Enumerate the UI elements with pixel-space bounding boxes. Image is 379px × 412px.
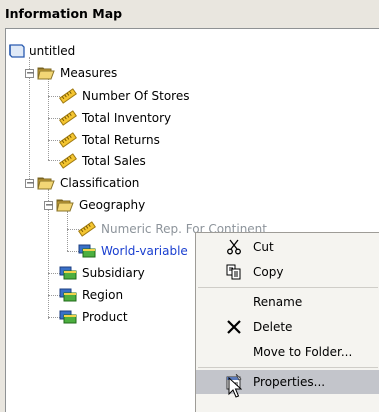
copy-icon [226,264,241,280]
tree-node-root[interactable]: untitled [8,41,75,61]
tree-node-category[interactable]: Product [59,307,128,327]
folder-open-icon [56,197,74,213]
menu-item-label: Properties... [253,375,326,389]
menu-item-label: Rename [253,295,303,309]
tree-node-label: untitled [29,44,76,58]
menu-item-label: Cut [253,240,274,254]
delete-x-icon [227,320,241,334]
tree-node-measure[interactable]: Total Sales [59,151,146,171]
tree-node-label: Measures [60,66,118,80]
menu-item-rename[interactable]: Rename [196,290,379,314]
tree-node-label: Total Inventory [82,111,172,125]
tree-node-geography[interactable]: Geography [56,195,145,215]
menu-item-cut[interactable]: Cut [196,235,379,259]
measure-ruler-icon [78,221,96,237]
tree-node-measures[interactable]: Measures [37,63,117,83]
tree-node-label: Product [82,310,128,324]
menu-item-copy[interactable]: Copy [196,260,379,284]
tree-node-label: Total Sales [82,154,146,168]
tree-node-label: Region [82,288,124,302]
menu-separator [198,367,378,368]
menu-item-move-to-folder[interactable]: Move to Folder... [196,340,379,364]
information-map-icon [8,43,26,59]
menu-item-label: Delete [253,320,293,334]
tree-node-measure[interactable]: Number Of Stores [59,86,189,106]
mouse-pointer-icon [228,377,242,398]
tree-node-label: World-variable [101,244,188,258]
folder-open-icon [37,175,55,191]
tree-node-measure[interactable]: Total Inventory [59,108,171,128]
tree-line [67,211,68,251]
category-icon [59,287,77,303]
menu-separator [198,287,378,288]
category-icon [59,265,77,281]
tree-node-label: Total Returns [82,133,160,147]
measure-ruler-icon [59,110,77,126]
scissors-icon [227,239,241,255]
menu-item-properties[interactable]: Properties... [196,370,379,394]
tree-node-category[interactable]: Subsidiary [59,263,145,283]
panel-title: Information Map [5,6,123,21]
category-icon [78,243,96,259]
context-menu: Cut Copy Rename Delete Move to Folder... [195,232,379,412]
collapse-toggle[interactable]: − [25,69,34,79]
measure-ruler-icon [59,132,77,148]
tree-node-label: Geography [79,198,146,212]
collapse-toggle[interactable]: − [44,201,53,211]
menu-item-label: Copy [253,265,284,279]
tree-node-classification[interactable]: Classification [37,173,139,193]
folder-open-icon [37,65,55,81]
measure-ruler-icon [59,153,77,169]
measure-ruler-icon [59,88,77,104]
tree-node-category[interactable]: Region [59,285,123,305]
tree-node-label: Number Of Stores [82,89,190,103]
tree-node-label: Classification [60,176,140,190]
menu-item-label: Move to Folder... [253,345,353,359]
tree-node-world-variable[interactable]: World-variable [78,241,188,261]
tree-node-label: Subsidiary [82,266,145,280]
menu-item-delete[interactable]: Delete [196,315,379,339]
category-icon [59,309,77,325]
collapse-toggle[interactable]: − [25,179,34,189]
tree-node-measure[interactable]: Total Returns [59,130,160,150]
